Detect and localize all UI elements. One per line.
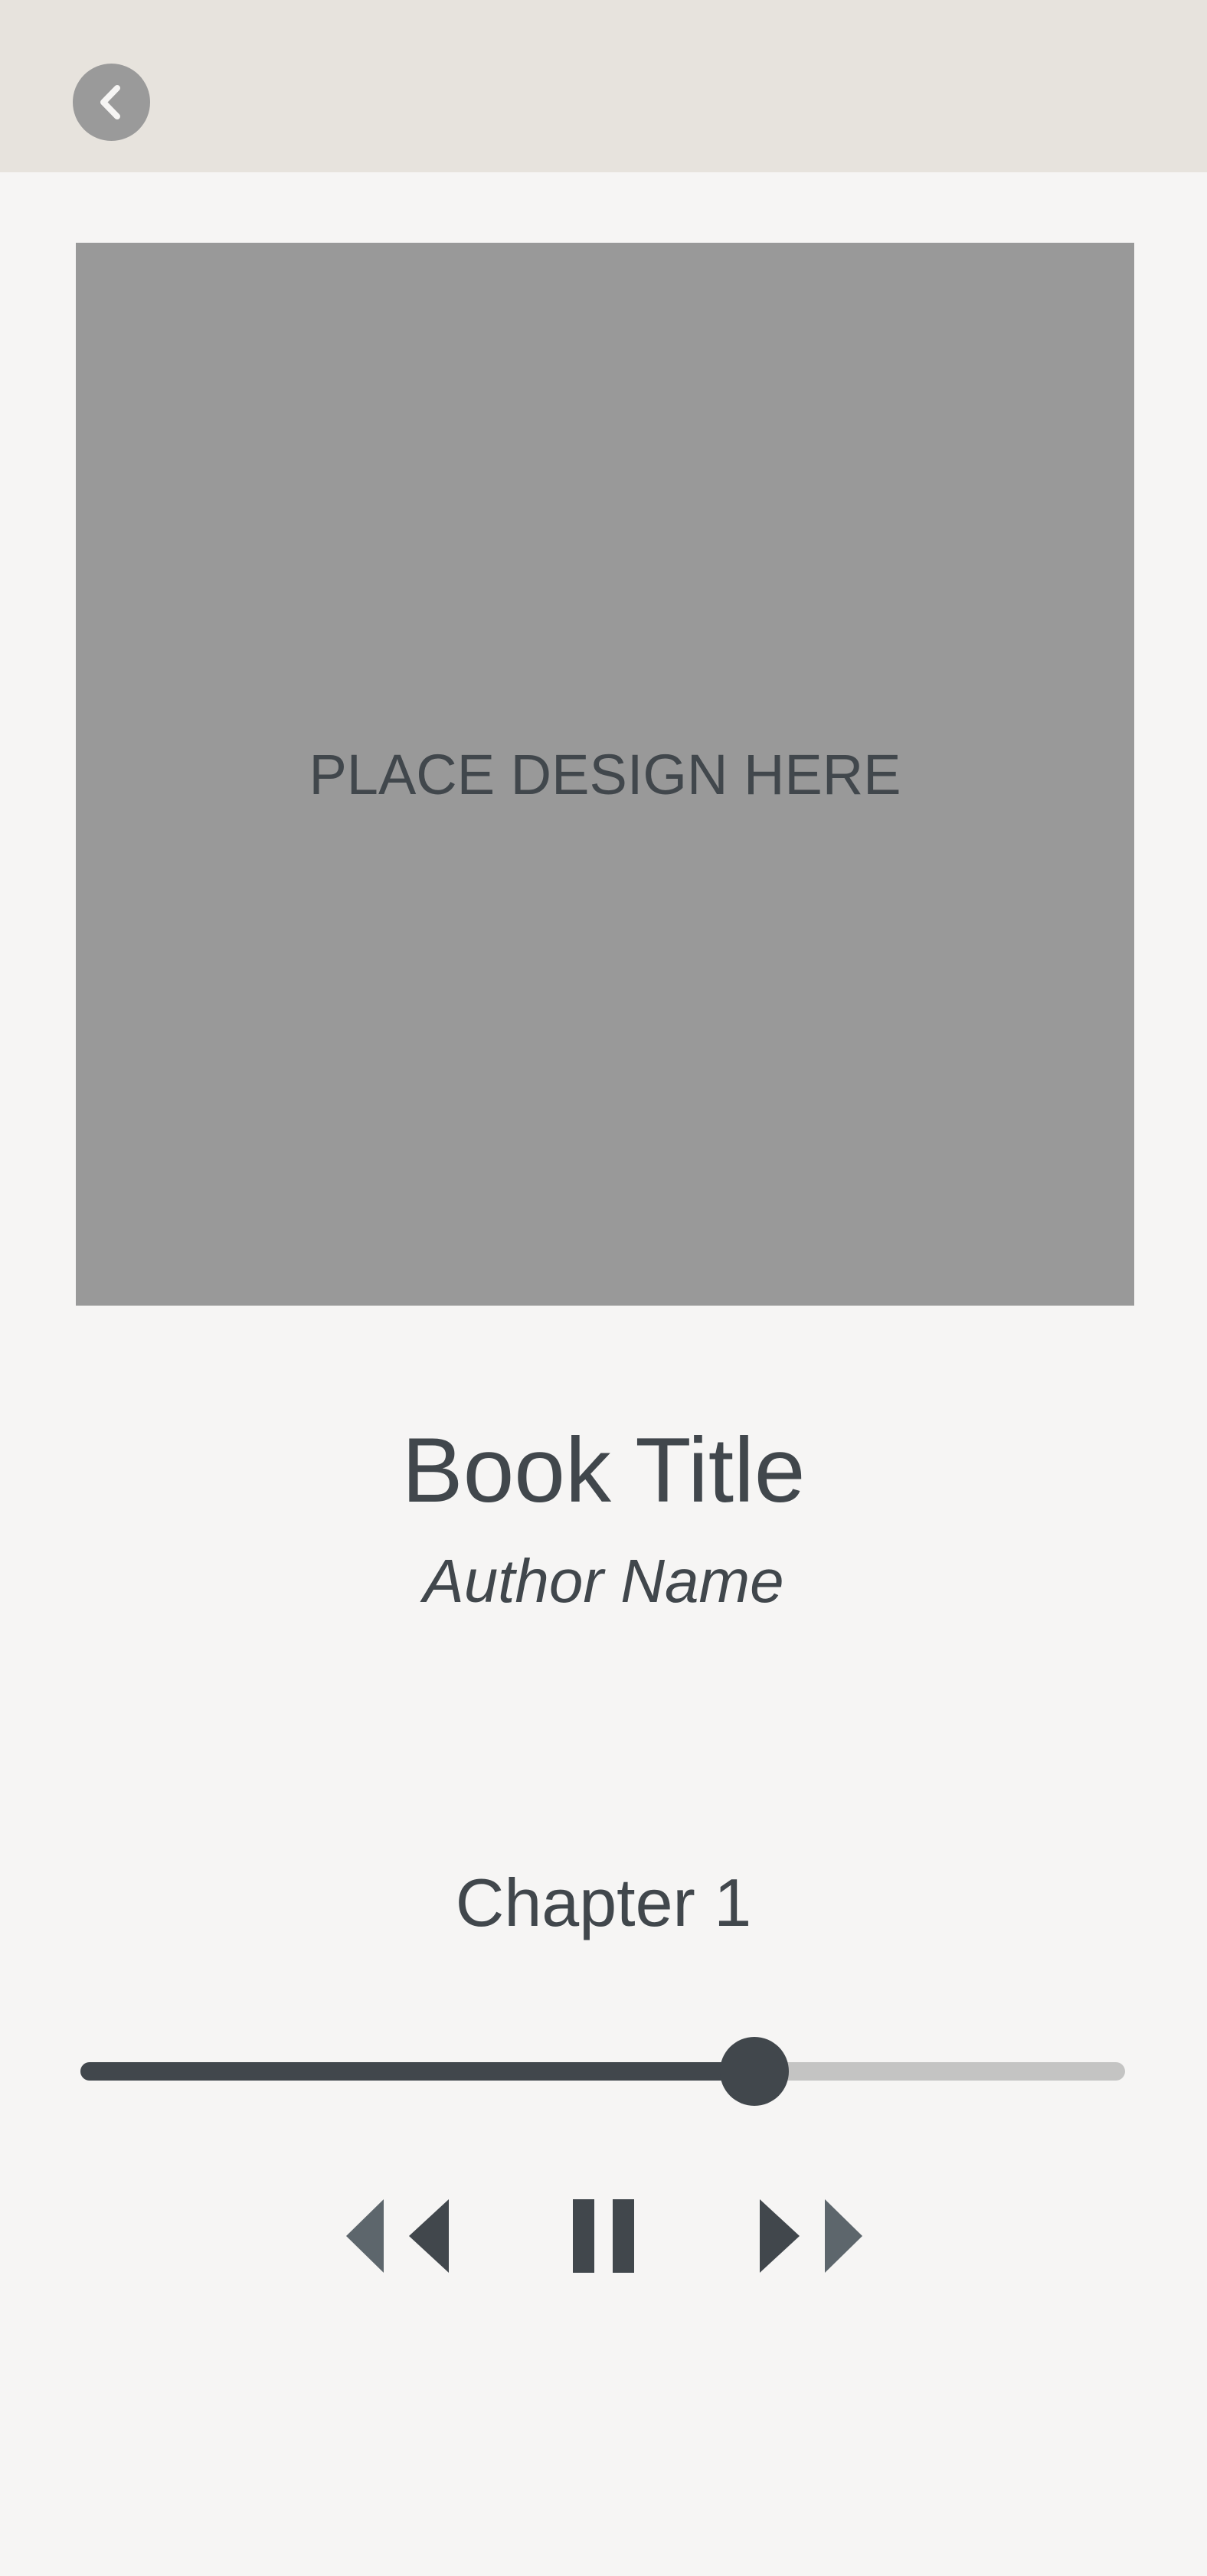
book-title: Book Title xyxy=(401,1419,806,1522)
fast-forward-icon xyxy=(760,2199,862,2273)
slider-thumb[interactable] xyxy=(719,2037,789,2106)
pause-icon xyxy=(573,2199,634,2273)
playback-progress-slider[interactable] xyxy=(80,2037,1125,2106)
author-name: Author Name xyxy=(423,1547,784,1615)
playback-controls xyxy=(0,2198,1207,2274)
chevron-left-icon xyxy=(100,85,120,119)
cover-art-placeholder: PLACE DESIGN HERE xyxy=(76,243,1134,1306)
chapter-label: Chapter 1 xyxy=(455,1865,752,1940)
pause-button[interactable] xyxy=(573,2198,634,2274)
back-button[interactable] xyxy=(73,64,150,141)
rewind-icon xyxy=(346,2199,449,2273)
slider-fill xyxy=(80,2062,754,2081)
rewind-button[interactable] xyxy=(346,2198,450,2274)
cover-placeholder-label: PLACE DESIGN HERE xyxy=(309,742,901,806)
top-bar xyxy=(0,0,1207,172)
fast-forward-button[interactable] xyxy=(760,2198,862,2274)
